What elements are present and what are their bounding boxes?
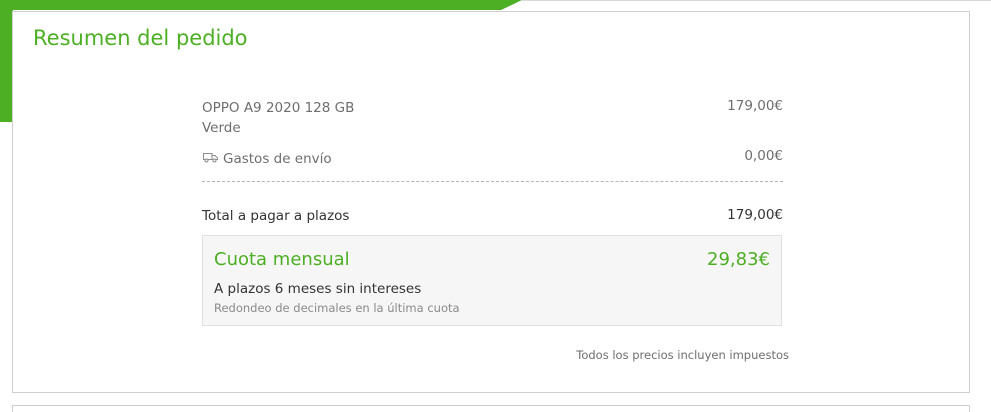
order-summary-list: OPPO A9 2020 128 GB Verde 179,00€ Gastos… <box>202 98 783 326</box>
product-variant: Verde <box>202 120 241 136</box>
header-accent-band <box>0 0 522 10</box>
top-divider <box>522 0 991 1</box>
shipping-price: 0,00€ <box>744 148 783 164</box>
next-section-card <box>12 405 970 412</box>
shipping-label: Gastos de envío <box>223 151 332 167</box>
order-summary-card: Resumen del pedido OPPO A9 2020 128 GB V… <box>12 11 970 393</box>
total-line: Total a pagar a plazos 179,00€ <box>202 205 783 225</box>
monthly-payment-box: Cuota mensual 29,83€ A plazos 6 meses si… <box>202 235 782 326</box>
page: Resumen del pedido OPPO A9 2020 128 GB V… <box>0 0 991 412</box>
monthly-payment-amount: 29,83€ <box>707 249 770 270</box>
product-name: OPPO A9 2020 128 GB <box>202 100 355 116</box>
order-summary-title: Resumen del pedido <box>33 26 248 50</box>
truck-icon <box>203 153 218 163</box>
shipping-line: Gastos de envío 0,00€ <box>202 148 783 170</box>
monthly-payment-title: Cuota mensual <box>214 249 350 270</box>
product-line: OPPO A9 2020 128 GB Verde 179,00€ <box>202 98 783 144</box>
total-label: Total a pagar a plazos <box>202 208 350 224</box>
product-price: 179,00€ <box>727 98 783 114</box>
installment-term: A plazos 6 meses sin intereses <box>214 281 422 297</box>
rounding-note: Redondeo de decimales en la última cuota <box>214 301 460 315</box>
taxes-included-note: Todos los precios incluyen impuestos <box>576 348 789 362</box>
total-amount: 179,00€ <box>727 207 783 223</box>
summary-divider <box>202 181 783 182</box>
